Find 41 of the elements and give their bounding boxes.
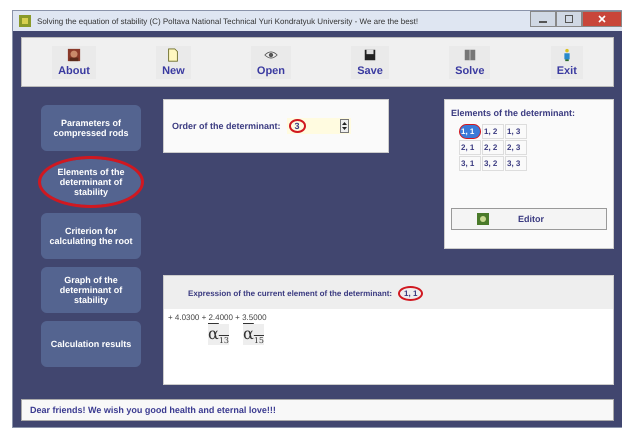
current-element: 1, 1 bbox=[398, 286, 424, 301]
maximize-icon bbox=[565, 15, 573, 23]
toolbar-button[interactable]: Exit bbox=[550, 46, 583, 78]
matrix-cell[interactable]: 1, 2 bbox=[482, 124, 504, 139]
matrix-cell[interactable]: 3, 1 bbox=[459, 156, 481, 171]
minimize-button[interactable] bbox=[530, 11, 556, 27]
sidebar-button[interactable]: Calculation results bbox=[41, 321, 141, 367]
status-bar: Dear friends! We wish you good health and eternal love!!! bbox=[21, 399, 614, 421]
matrix-cell[interactable]: 2, 3 bbox=[505, 140, 527, 155]
document-icon bbox=[166, 48, 180, 62]
order-spin-field[interactable]: 3 bbox=[286, 118, 351, 134]
matrix-cell[interactable]: 3, 3 bbox=[505, 156, 527, 171]
toolbar-button[interactable]: Open bbox=[250, 46, 292, 78]
expression-terms: + 4.0300 + 2.4000 + 3.5000 bbox=[168, 313, 268, 322]
toolbar-button[interactable]: About bbox=[52, 46, 96, 78]
alpha-symbol: α$_{15}$ bbox=[243, 324, 264, 346]
sidebar-button[interactable]: Elements of the determinant of stability bbox=[41, 159, 141, 205]
sidebar-button[interactable]: Criterion for calculating the root bbox=[41, 213, 141, 259]
toolbar-button[interactable]: New bbox=[156, 46, 191, 78]
order-label: Order of the determinant: bbox=[172, 121, 281, 131]
toolbar-button[interactable]: Save bbox=[351, 46, 389, 78]
elements-title: Elements of the determinant: bbox=[451, 108, 576, 118]
maximize-button[interactable] bbox=[556, 11, 582, 27]
sidebar-button[interactable]: Graph of the determinant of stability bbox=[41, 267, 141, 313]
sidebar-button[interactable]: Parameters of compressed rods bbox=[41, 105, 141, 151]
expression-label: Expression of the current element of the determinant: bbox=[188, 289, 392, 298]
close-button[interactable] bbox=[582, 11, 622, 27]
close-icon bbox=[598, 15, 606, 23]
person-icon bbox=[66, 48, 81, 62]
matrix-cell[interactable]: 1, 1 bbox=[459, 124, 481, 139]
editor-button[interactable]: Editor bbox=[451, 208, 607, 230]
app-icon bbox=[19, 15, 31, 27]
matrix-cell[interactable]: 1, 3 bbox=[505, 124, 527, 139]
toolbar-button[interactable]: Solve bbox=[449, 46, 490, 78]
spin-arrows-icon[interactable] bbox=[340, 119, 349, 133]
alpha-symbol: α$_{13}$ bbox=[208, 324, 229, 346]
matrix-cell[interactable]: 3, 2 bbox=[482, 156, 504, 171]
matrix-cell[interactable]: 2, 1 bbox=[459, 140, 481, 155]
book-icon bbox=[462, 48, 477, 62]
window-title: Solving the equation of stability (C) Poltava National Technical Yuri Kondratyuk University - We are the best! bbox=[37, 16, 420, 26]
matrix-cell[interactable]: 2, 2 bbox=[482, 140, 504, 155]
